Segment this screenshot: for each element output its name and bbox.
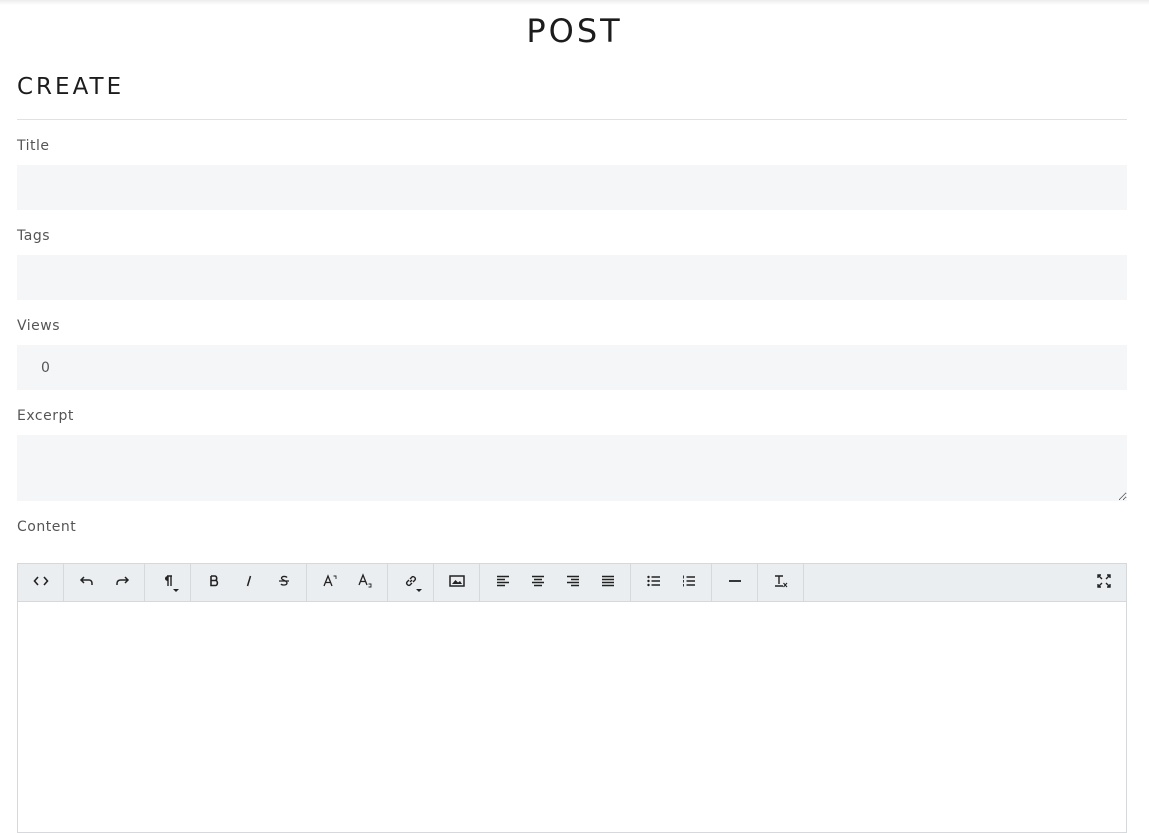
content-label: Content (17, 519, 77, 535)
toolbar-group-text-style (191, 564, 307, 601)
rich-text-editor (17, 563, 1127, 833)
toolbar-group-code (18, 564, 64, 601)
page-title: POST (526, 12, 623, 50)
link-button[interactable] (393, 564, 428, 601)
clear-formatting-button[interactable] (763, 564, 798, 601)
align-left-button[interactable] (485, 564, 520, 601)
chevron-down-icon (416, 589, 422, 592)
image-icon (448, 573, 465, 593)
clear-formatting-icon (773, 573, 789, 593)
views-label: Views (17, 318, 61, 334)
views-input[interactable] (17, 345, 1127, 390)
toolbar-group-clear (758, 564, 804, 601)
editor-toolbar (18, 564, 1126, 602)
toolbar-group-lists (631, 564, 712, 601)
title-input[interactable] (17, 165, 1127, 210)
italic-button[interactable] (231, 564, 266, 601)
numbered-list-icon (681, 573, 697, 593)
excerpt-textarea[interactable] (17, 435, 1127, 501)
undo-icon (79, 573, 95, 593)
align-center-button[interactable] (520, 564, 555, 601)
numbered-list-button[interactable] (671, 564, 706, 601)
align-center-icon (530, 573, 546, 593)
strikethrough-icon (276, 573, 292, 593)
tags-label: Tags (17, 228, 50, 244)
excerpt-label: Excerpt (17, 408, 74, 424)
align-justify-icon (600, 573, 616, 593)
image-button[interactable] (439, 564, 474, 601)
top-shadow (0, 0, 1149, 5)
chevron-down-icon (173, 589, 179, 592)
horizontal-rule-button[interactable] (717, 564, 752, 601)
redo-icon (114, 573, 130, 593)
fullscreen-button[interactable] (1086, 564, 1121, 601)
bulleted-list-icon (646, 573, 662, 593)
horizontal-rule-icon (727, 573, 743, 593)
divider (17, 119, 1127, 120)
section-title: CREATE (17, 74, 125, 100)
subscript-button[interactable] (347, 564, 382, 601)
code-view-button[interactable] (23, 564, 58, 601)
tags-input[interactable] (17, 255, 1127, 300)
editor-content-area[interactable] (18, 602, 1126, 832)
toolbar-group-history (64, 564, 145, 601)
italic-icon (241, 573, 257, 593)
fullscreen-icon (1096, 573, 1112, 593)
superscript-button[interactable] (312, 564, 347, 601)
toolbar-group-link (388, 564, 434, 601)
align-right-icon (565, 573, 581, 593)
toolbar-group-align (480, 564, 631, 601)
bulleted-list-button[interactable] (636, 564, 671, 601)
subscript-icon (357, 572, 373, 593)
align-justify-button[interactable] (590, 564, 625, 601)
strikethrough-button[interactable] (266, 564, 301, 601)
toolbar-group-image (434, 564, 480, 601)
code-view-icon (32, 573, 49, 593)
toolbar-group-script (307, 564, 388, 601)
align-left-icon (495, 573, 511, 593)
paragraph-format-button[interactable] (150, 564, 185, 601)
superscript-icon (322, 573, 338, 593)
toolbar-group-rule (712, 564, 758, 601)
toolbar-group-paragraph (145, 564, 191, 601)
redo-button[interactable] (104, 564, 139, 601)
align-right-button[interactable] (555, 564, 590, 601)
bold-icon (206, 573, 222, 593)
bold-button[interactable] (196, 564, 231, 601)
undo-button[interactable] (69, 564, 104, 601)
title-label: Title (17, 138, 50, 154)
